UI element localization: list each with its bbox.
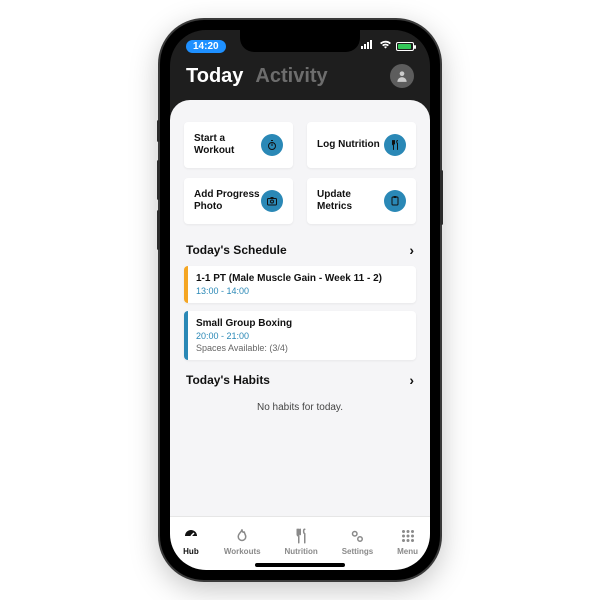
user-icon [395,69,409,83]
schedule-item-meta: Spaces Available: (3/4) [196,343,406,353]
nav-settings[interactable]: Settings [342,527,374,556]
schedule-item-title: Small Group Boxing [196,318,406,329]
schedule-header[interactable]: Today's Schedule › [184,238,416,266]
wifi-icon [379,40,392,52]
nav-label: Menu [397,547,418,556]
tab-today[interactable]: Today [186,65,243,88]
nav-menu[interactable]: Menu [397,527,418,556]
header: Today Activity [170,58,430,100]
phone-frame: 14:20 Today Activity Start a Workou [160,20,440,580]
screen: 14:20 Today Activity Start a Workou [170,30,430,570]
section-title: Today's Habits [186,373,270,387]
chevron-right-icon: › [409,242,414,258]
status-icons [361,40,414,52]
clipboard-icon [384,190,406,212]
start-workout-button[interactable]: Start a Workout [184,122,293,168]
schedule-item-time: 20:00 - 21:00 [196,331,406,341]
schedule-item[interactable]: 1-1 PT (Male Muscle Gain - Week 11 - 2) … [184,266,416,303]
home-indicator[interactable] [255,563,345,567]
habits-header[interactable]: Today's Habits › [184,368,416,396]
side-button [440,170,443,225]
side-button [157,120,160,142]
quick-action-label: Add Progress Photo [194,189,261,214]
log-nutrition-button[interactable]: Log Nutrition [307,122,416,168]
habits-empty-text: No habits for today. [184,396,416,427]
nav-nutrition[interactable]: Nutrition [284,527,317,556]
quick-action-label: Start a Workout [194,133,261,158]
notch [240,30,360,52]
nav-workouts[interactable]: Workouts [224,527,261,556]
quick-actions: Start a Workout Log Nutrition Add Progre… [184,122,416,224]
utensils-icon [292,527,310,545]
chevron-right-icon: › [409,372,414,388]
quick-action-label: Log Nutrition [317,139,380,152]
schedule-item-title: 1-1 PT (Male Muscle Gain - Week 11 - 2) [196,273,406,284]
avatar[interactable] [390,64,414,88]
gears-icon [348,527,366,545]
nav-label: Nutrition [284,547,317,556]
schedule-item[interactable]: Small Group Boxing 20:00 - 21:00 Spaces … [184,311,416,360]
section-title: Today's Schedule [186,243,287,257]
schedule-item-time: 13:00 - 14:00 [196,286,406,296]
add-progress-photo-button[interactable]: Add Progress Photo [184,178,293,224]
utensils-icon [384,134,406,156]
stopwatch-icon [261,134,283,156]
side-button [157,210,160,250]
nav-hub[interactable]: Hub [182,527,200,556]
quick-action-label: Update Metrics [317,189,384,214]
signal-icon [361,40,375,52]
tab-activity[interactable]: Activity [255,65,327,88]
nav-label: Hub [183,547,199,556]
bottom-nav: Hub Workouts Nutrition Settings [170,516,430,570]
nav-label: Settings [342,547,374,556]
side-button [157,160,160,200]
update-metrics-button[interactable]: Update Metrics [307,178,416,224]
flame-icon [233,527,251,545]
camera-icon [261,190,283,212]
gauge-icon [182,527,200,545]
battery-icon [396,42,414,51]
nav-label: Workouts [224,547,261,556]
status-time: 14:20 [186,40,226,53]
content-area[interactable]: Start a Workout Log Nutrition Add Progre… [170,100,430,516]
grid-icon [399,527,417,545]
